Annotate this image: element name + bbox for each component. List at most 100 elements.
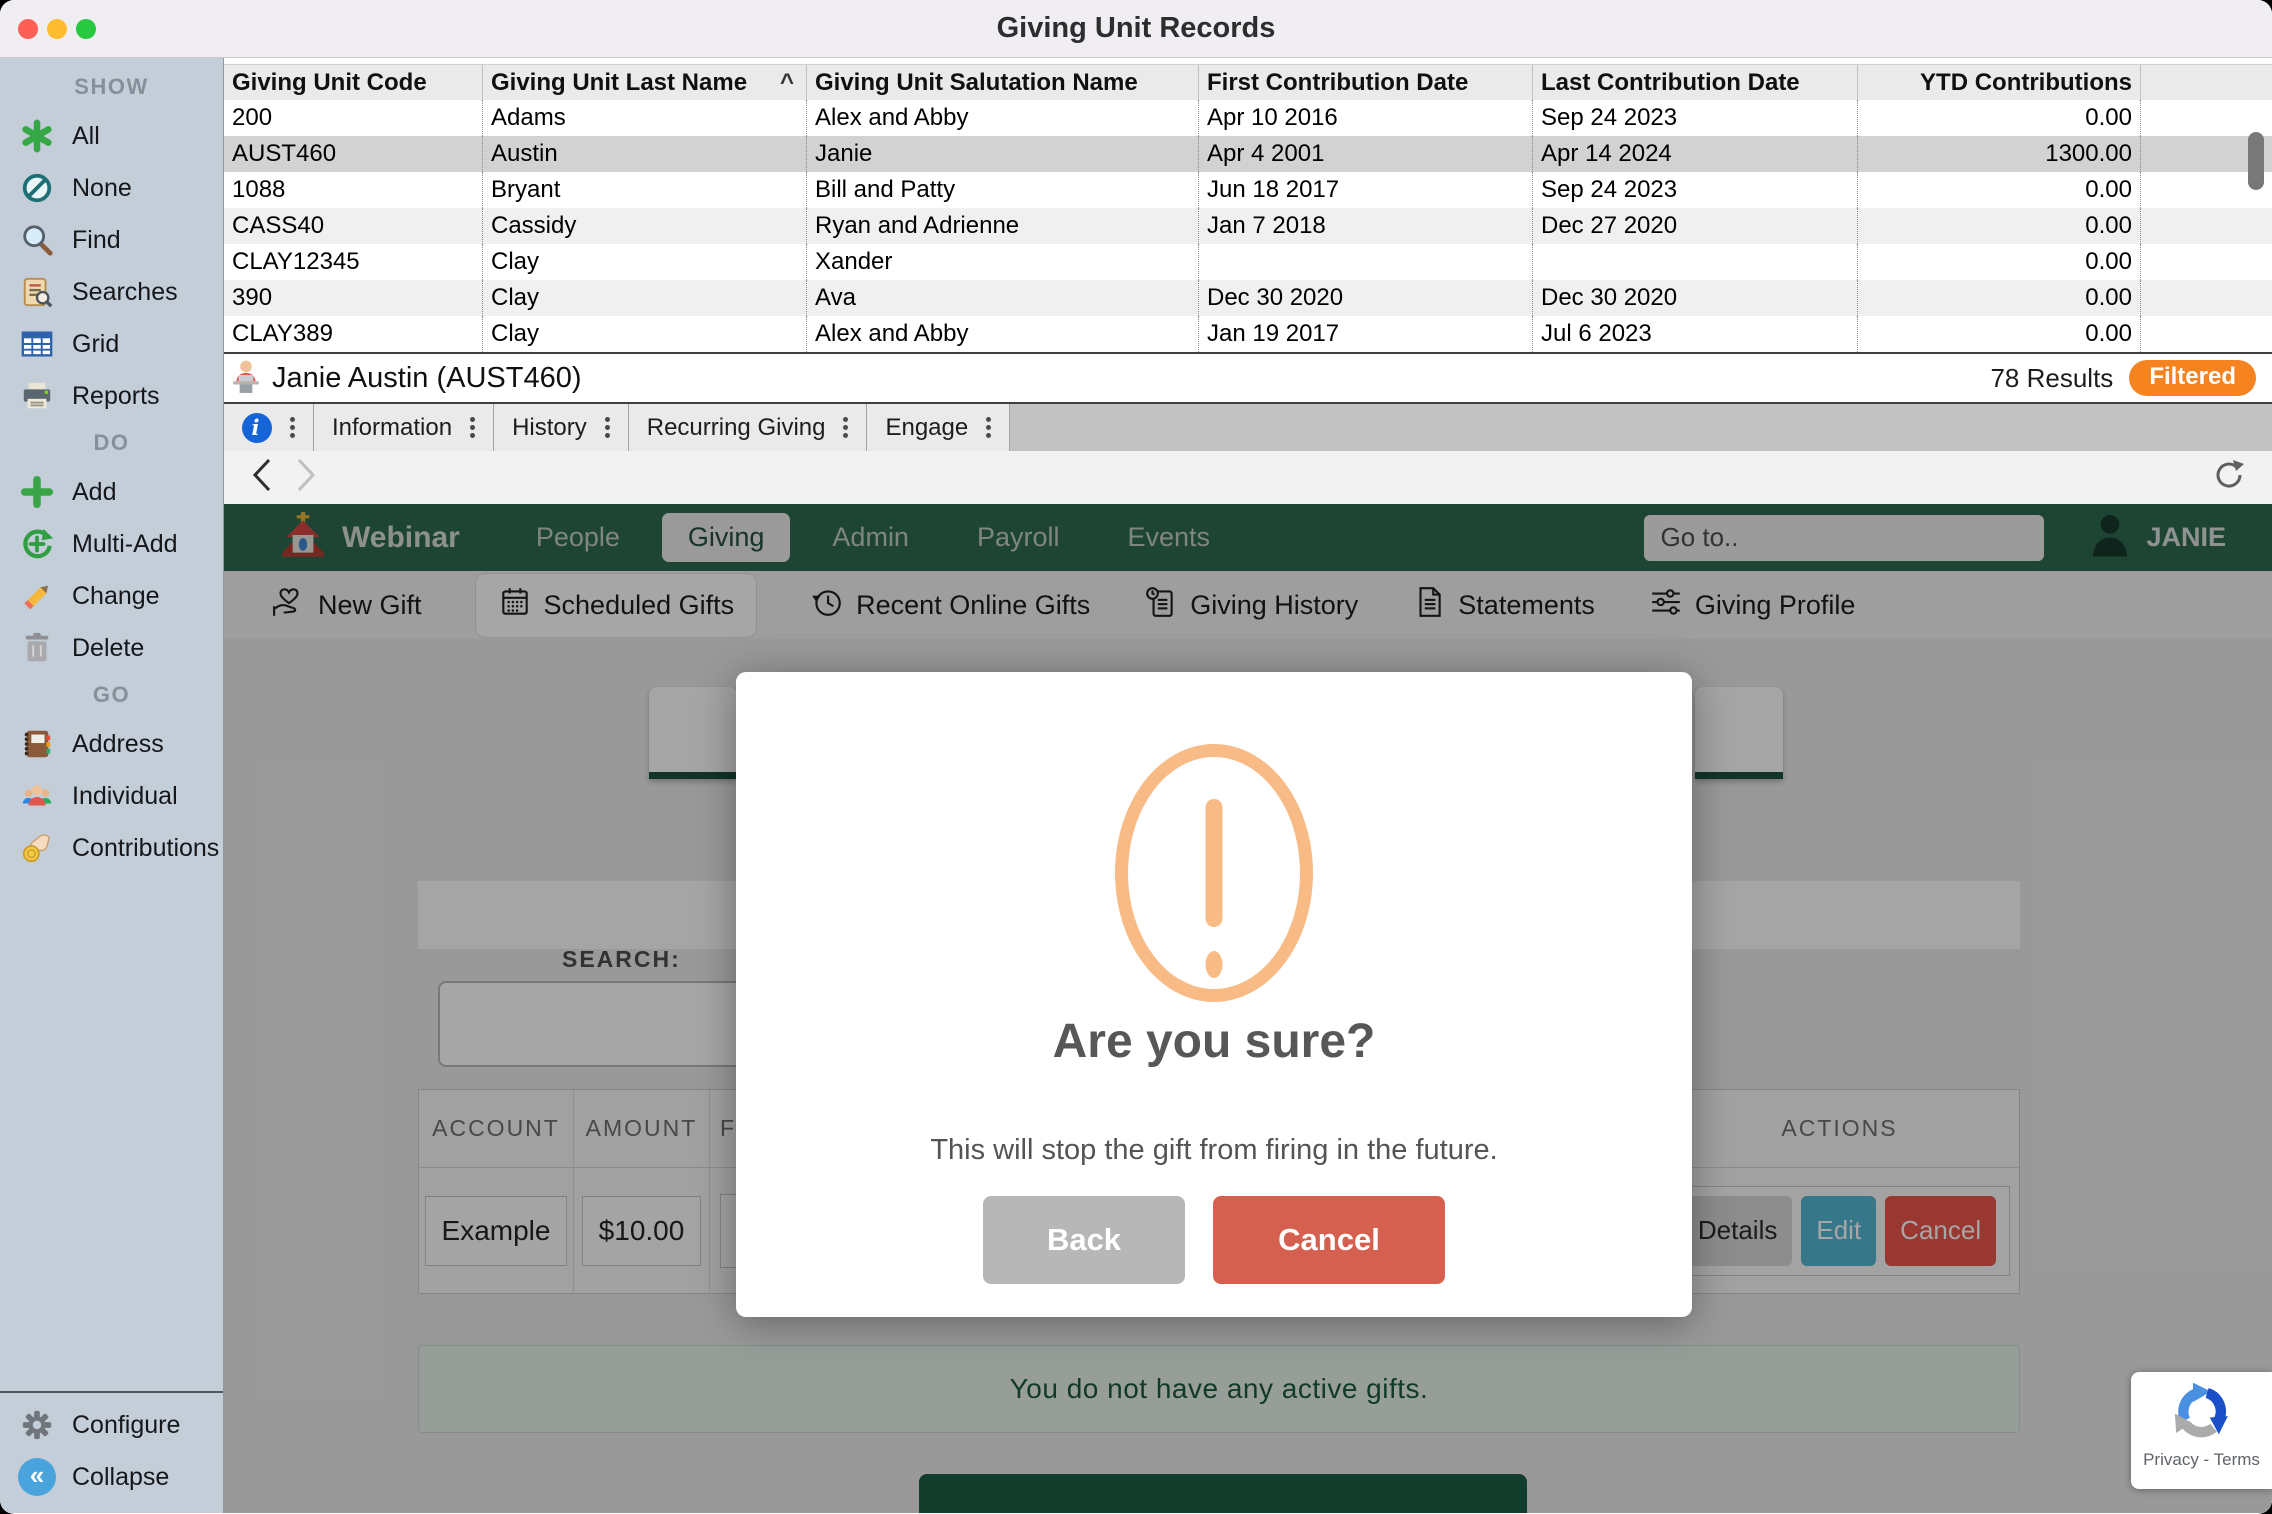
sidebar-item-label: Configure	[72, 1411, 180, 1440]
circular-plus-icon	[16, 525, 58, 563]
app-window: Giving Unit Records SHOW All None Find S…	[0, 0, 2272, 1514]
grid-icon	[16, 325, 58, 363]
table-row[interactable]: 200AdamsAlex and AbbyApr 10 2016Sep 24 2…	[224, 100, 2272, 136]
back-arrow-icon[interactable]	[250, 457, 274, 498]
sidebar-item-multi-add[interactable]: Multi-Add	[0, 518, 223, 570]
results-count: 78 Results	[1990, 363, 2113, 394]
sidebar-item-label: All	[72, 122, 100, 151]
sidebar-section-show: SHOW	[0, 66, 223, 110]
forward-arrow-icon[interactable]	[294, 457, 318, 498]
sidebar-item-contributions[interactable]: Contributions	[0, 822, 223, 874]
sidebar-item-searches[interactable]: Searches	[0, 266, 223, 318]
back-button[interactable]: Back	[983, 1196, 1185, 1284]
table-row[interactable]: CLAY389ClayAlex and AbbyJan 19 2017Jul 6…	[224, 316, 2272, 352]
confirmation-modal: Are you sure? This will stop the gift fr…	[736, 672, 1692, 1317]
magnifier-icon	[16, 221, 58, 259]
minimize-window-button[interactable]	[47, 19, 67, 39]
sidebar-item-label: Delete	[72, 634, 144, 663]
sidebar-item-label: Change	[72, 582, 160, 611]
tab-menu-dots-icon[interactable]	[843, 425, 848, 430]
address-book-icon	[16, 725, 58, 763]
sidebar-item-label: Collapse	[72, 1463, 169, 1492]
record-title: Janie Austin (AUST460)	[272, 362, 581, 395]
sidebar-item-add[interactable]: Add	[0, 466, 223, 518]
close-window-button[interactable]	[18, 19, 38, 39]
table-row[interactable]: CASS40CassidyRyan and AdrienneJan 7 2018…	[224, 208, 2272, 244]
column-header[interactable]: Giving Unit Salutation Name	[806, 65, 1198, 100]
records-table: Giving Unit Code Giving Unit Last Name^ …	[224, 58, 2272, 352]
sort-ascending-indicator: ^	[780, 69, 794, 97]
tab-menu-dots-icon[interactable]	[986, 425, 991, 430]
webview: Webinar People Giving Admin Payroll Even…	[224, 504, 2272, 1513]
sidebar: SHOW All None Find Searches Grid	[0, 58, 224, 1513]
person-at-desk-icon	[230, 358, 262, 399]
sidebar-item-delete[interactable]: Delete	[0, 622, 223, 674]
sidebar-item-label: Multi-Add	[72, 530, 178, 559]
sidebar-item-configure[interactable]: Configure	[0, 1399, 223, 1451]
sidebar-item-grid[interactable]: Grid	[0, 318, 223, 370]
sidebar-item-address[interactable]: Address	[0, 718, 223, 770]
sidebar-item-label: None	[72, 174, 132, 203]
plus-icon	[16, 473, 58, 511]
modal-message: This will stop the gift from firing in t…	[736, 1134, 1692, 1167]
sidebar-item-none[interactable]: None	[0, 162, 223, 214]
table-row[interactable]: 1088BryantBill and PattyJun 18 2017Sep 2…	[224, 172, 2272, 208]
sidebar-item-reports[interactable]: Reports	[0, 370, 223, 422]
info-icon: i	[242, 413, 272, 443]
tab-info[interactable]: i	[224, 404, 314, 451]
recaptcha-badge[interactable]: Privacy - Terms	[2131, 1372, 2272, 1489]
sidebar-item-find[interactable]: Find	[0, 214, 223, 266]
confirm-cancel-button[interactable]: Cancel	[1213, 1196, 1445, 1284]
column-header[interactable]: YTD Contributions	[1857, 65, 2140, 100]
column-header[interactable]: Giving Unit Code	[224, 65, 482, 100]
sidebar-item-label: Add	[72, 478, 116, 507]
table-scrollbar-thumb[interactable]	[2248, 132, 2264, 190]
records-table-header: Giving Unit Code Giving Unit Last Name^ …	[224, 64, 2272, 100]
table-row-selected[interactable]: AUST460AustinJanieApr 4 2001Apr 14 20241…	[224, 136, 2272, 172]
sidebar-item-label: Reports	[72, 382, 160, 411]
sidebar-item-label: Contributions	[72, 834, 219, 863]
tab-menu-dots-icon[interactable]	[470, 425, 475, 430]
sidebar-item-label: Find	[72, 226, 121, 255]
tab-menu-dots-icon[interactable]	[605, 425, 610, 430]
gear-icon	[16, 1406, 58, 1444]
sidebar-item-all[interactable]: All	[0, 110, 223, 162]
sidebar-item-label: Searches	[72, 278, 178, 307]
sidebar-section-do: DO	[0, 422, 223, 466]
record-tabbar: i Information History Recurring Giving E…	[224, 404, 2272, 451]
modal-title: Are you sure?	[736, 1014, 1692, 1069]
table-row[interactable]: 390ClayAvaDec 30 2020Dec 30 20200.00	[224, 280, 2272, 316]
pencil-icon	[16, 577, 58, 615]
filtered-badge[interactable]: Filtered	[2129, 360, 2256, 396]
sidebar-item-collapse[interactable]: « Collapse	[0, 1451, 223, 1503]
people-icon	[16, 777, 58, 815]
warning-exclamation-icon	[1115, 744, 1313, 1002]
trash-icon	[16, 629, 58, 667]
printer-icon	[16, 377, 58, 415]
tab-engage[interactable]: Engage	[867, 404, 1010, 451]
collapse-chevrons-icon: «	[18, 1458, 56, 1496]
zoom-window-button[interactable]	[76, 19, 96, 39]
sidebar-item-label: Address	[72, 730, 164, 759]
refresh-icon[interactable]	[2212, 458, 2246, 497]
sidebar-item-label: Individual	[72, 782, 178, 811]
sidebar-item-label: Grid	[72, 330, 119, 359]
tab-menu-dots-icon[interactable]	[290, 425, 295, 430]
sidebar-item-individual[interactable]: Individual	[0, 770, 223, 822]
column-header-sorted[interactable]: Giving Unit Last Name^	[482, 65, 806, 100]
tab-history[interactable]: History	[494, 404, 629, 451]
tab-information[interactable]: Information	[314, 404, 494, 451]
sidebar-item-change[interactable]: Change	[0, 570, 223, 622]
saved-searches-icon	[16, 273, 58, 311]
column-header[interactable]: First Contribution Date	[1198, 65, 1532, 100]
table-row[interactable]: CLAY12345ClayXander0.00	[224, 244, 2272, 280]
sidebar-divider	[0, 1391, 223, 1393]
titlebar: Giving Unit Records	[0, 0, 2272, 58]
window-title: Giving Unit Records	[997, 12, 1276, 45]
recaptcha-logo-icon	[2171, 1380, 2233, 1447]
column-header-empty	[2140, 65, 2272, 100]
asterisk-icon	[16, 117, 58, 155]
recaptcha-privacy-terms[interactable]: Privacy - Terms	[2143, 1450, 2260, 1470]
column-header[interactable]: Last Contribution Date	[1532, 65, 1857, 100]
tab-recurring-giving[interactable]: Recurring Giving	[629, 404, 868, 451]
